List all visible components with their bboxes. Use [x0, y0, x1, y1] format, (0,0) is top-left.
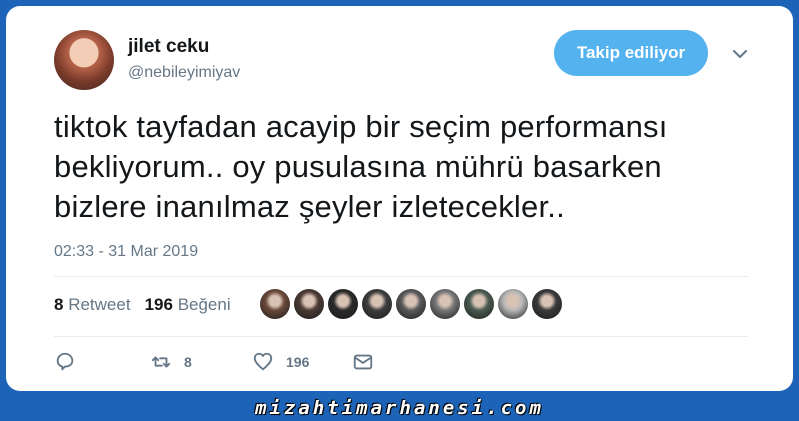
- tweet-line: tiktok tayfadan acayip bir seçim perform…: [54, 109, 668, 144]
- liker-avatar[interactable]: [464, 289, 494, 319]
- tweet-stats: 8 Retweet 196 Beğeni: [54, 295, 231, 315]
- liker-avatar[interactable]: [362, 289, 392, 319]
- tweet-card: jilet ceku @nebileyimiyav Takip ediliyor…: [6, 6, 793, 391]
- tweet-line: bizlere inanılmaz şeyler izletecekler..: [54, 189, 565, 224]
- retweet-icon: [151, 356, 171, 368]
- liker-avatar[interactable]: [396, 289, 426, 319]
- like-stat[interactable]: 196 Beğeni: [145, 295, 231, 315]
- liker-avatars: [260, 289, 562, 319]
- message-action[interactable]: [352, 351, 374, 373]
- retweet-action-count: 8: [184, 354, 192, 370]
- following-button[interactable]: Takip ediliyor: [554, 30, 708, 76]
- heart-icon: [253, 352, 273, 371]
- divider: [54, 276, 748, 277]
- tweet-line: bekliyorum.. oy pusulasına mührü basarke…: [54, 149, 662, 184]
- watermark: mizahtimarhanesi.com: [255, 397, 544, 419]
- liker-avatar[interactable]: [532, 289, 562, 319]
- like-label: Beğeni: [177, 295, 231, 314]
- tweet-text: tiktok tayfadan acayip bir seçim perform…: [54, 107, 754, 227]
- user-handle[interactable]: @nebileyimiyav: [128, 64, 240, 82]
- liker-avatar[interactable]: [294, 289, 324, 319]
- like-action[interactable]: 196: [252, 351, 309, 373]
- like-action-count: 196: [286, 354, 310, 370]
- retweet-action[interactable]: 8: [150, 351, 192, 373]
- reply-action[interactable]: [54, 351, 88, 373]
- liker-avatar[interactable]: [430, 289, 460, 319]
- divider: [54, 336, 748, 337]
- retweet-stat[interactable]: 8 Retweet: [54, 295, 131, 315]
- display-name[interactable]: jilet ceku: [128, 36, 209, 58]
- like-count: 196: [144, 295, 173, 314]
- liker-avatar[interactable]: [260, 289, 290, 319]
- liker-avatar[interactable]: [328, 289, 358, 319]
- reply-icon: [56, 352, 74, 371]
- liker-avatar[interactable]: [498, 289, 528, 319]
- retweet-count: 8: [54, 295, 64, 314]
- chevron-down-icon[interactable]: [730, 44, 750, 64]
- envelope-icon: [353, 354, 373, 370]
- avatar[interactable]: [54, 30, 114, 90]
- retweet-label: Retweet: [68, 295, 131, 314]
- tweet-timestamp[interactable]: 02:33 - 31 Mar 2019: [54, 243, 198, 261]
